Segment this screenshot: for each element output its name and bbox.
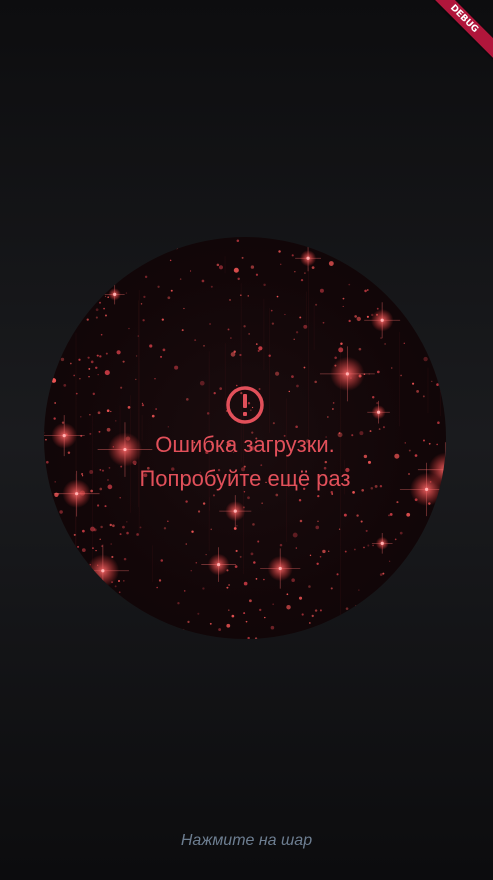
error-message-line2: Попробуйте ещё раз (139, 466, 351, 491)
debug-banner: DEBUG (423, 0, 493, 70)
debug-label: DEBUG (423, 0, 493, 63)
error-message-line1: Ошибка загрузки. (155, 432, 335, 457)
tap-ball-hint: Нажмите на шар (180, 832, 313, 849)
error-exclamation-icon (226, 386, 264, 424)
